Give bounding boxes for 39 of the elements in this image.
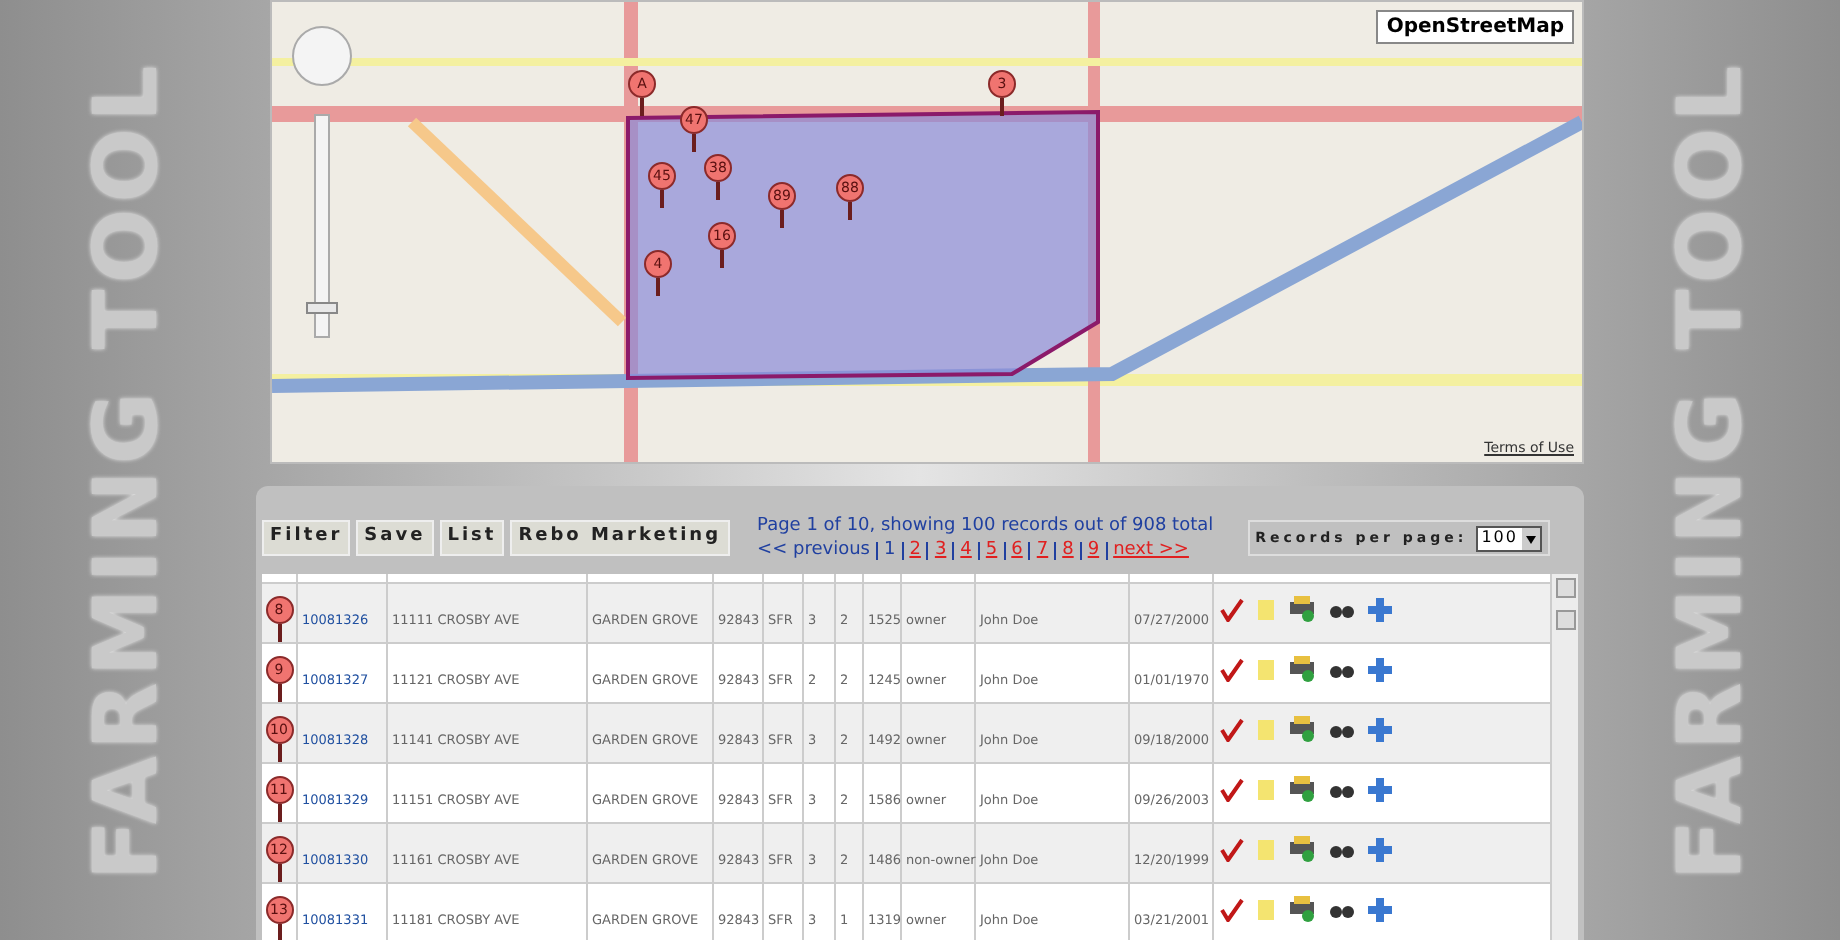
plus-icon[interactable]: [1368, 837, 1392, 861]
records-per-page-select[interactable]: 100: [1475, 525, 1542, 551]
page-link[interactable]: 2: [909, 538, 921, 562]
page-link[interactable]: 5: [985, 538, 998, 562]
plus-icon[interactable]: [1368, 777, 1392, 801]
check-mark-icon[interactable]: [1220, 717, 1244, 741]
check-mark-icon[interactable]: [1220, 657, 1244, 681]
toolbar-button[interactable]: Rebo Marketing: [510, 520, 730, 556]
printer-icon[interactable]: [1288, 656, 1316, 682]
page-link[interactable]: 4: [960, 538, 972, 562]
page-link[interactable]: 1: [883, 538, 896, 562]
pagination-summary: Page 1 of 10, showing 100 records out of 908 total: [757, 514, 1214, 538]
page-link[interactable]: 3: [934, 538, 947, 562]
check-mark-icon[interactable]: [1220, 597, 1244, 621]
printer-icon[interactable]: [1288, 896, 1316, 922]
page-link[interactable]: 7: [1036, 538, 1049, 562]
check-mark-icon[interactable]: [1220, 897, 1244, 921]
page-link[interactable]: 8: [1062, 538, 1074, 562]
page-link[interactable]: 9: [1087, 538, 1100, 562]
plus-icon[interactable]: [1368, 657, 1392, 681]
printer-icon[interactable]: [1288, 836, 1316, 862]
page-link[interactable]: 6: [1011, 538, 1023, 562]
scrollbar[interactable]: [1550, 574, 1578, 940]
printer-icon[interactable]: [1288, 716, 1316, 742]
previous-link[interactable]: << previous: [757, 538, 870, 562]
plus-icon[interactable]: [1368, 717, 1392, 741]
toolbar-button[interactable]: Save: [356, 520, 434, 556]
toolbar-button[interactable]: List: [439, 520, 505, 556]
zoom-slider[interactable]: [306, 114, 338, 338]
check-mark-icon[interactable]: [1220, 837, 1244, 861]
printer-icon[interactable]: [1288, 596, 1316, 622]
plus-icon[interactable]: [1368, 897, 1392, 921]
map-type-button[interactable]: OpenStreetMap: [1376, 10, 1574, 44]
next-link[interactable]: next >>: [1113, 538, 1189, 562]
zoom-slider-thumb[interactable]: [306, 302, 338, 314]
plus-icon[interactable]: [1368, 597, 1392, 621]
toolbar-button[interactable]: Filter: [262, 520, 351, 556]
check-mark-icon[interactable]: [1220, 777, 1244, 801]
printer-icon[interactable]: [1288, 776, 1316, 802]
